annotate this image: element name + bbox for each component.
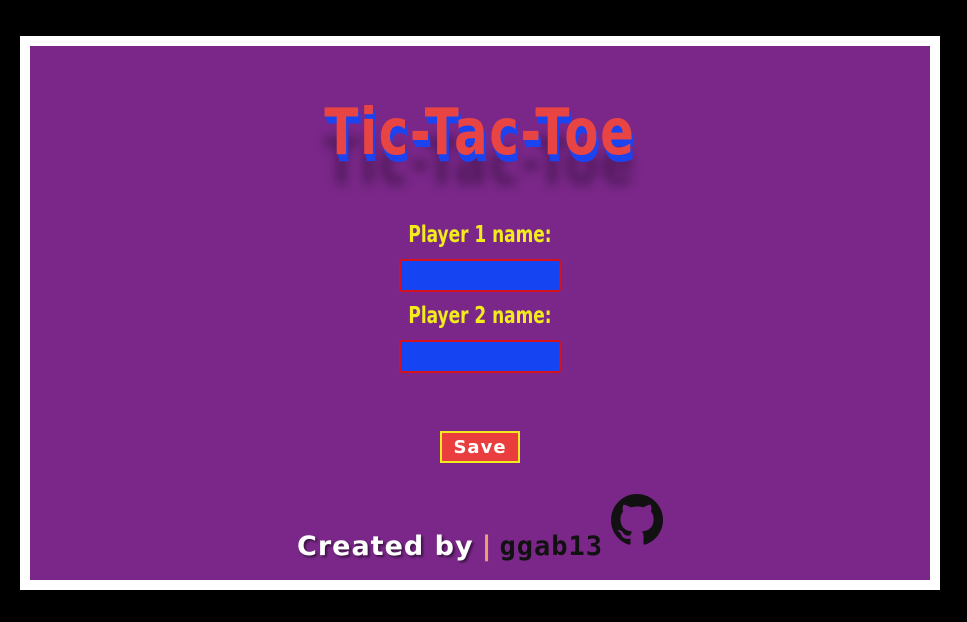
created-by-text: Created by xyxy=(297,531,474,562)
author-link[interactable]: ggab13 xyxy=(499,531,603,562)
github-icon[interactable] xyxy=(610,494,663,546)
save-button[interactable]: Save xyxy=(440,431,520,463)
player-form: Player 1 name: Player 2 name: xyxy=(30,221,930,383)
footer-separator: | xyxy=(481,531,492,562)
app-frame: Tic-Tac-Toe Player 1 name: Player 2 name… xyxy=(20,36,940,590)
player1-name-input[interactable] xyxy=(399,259,561,292)
player2-name-input[interactable] xyxy=(399,340,561,373)
page-title: Tic-Tac-Toe xyxy=(324,96,636,170)
github-icon-graphic xyxy=(610,494,663,545)
player1-label: Player 1 name: xyxy=(408,222,552,248)
player2-label: Player 2 name: xyxy=(408,303,552,329)
footer: Created by | ggab13 xyxy=(30,494,930,562)
